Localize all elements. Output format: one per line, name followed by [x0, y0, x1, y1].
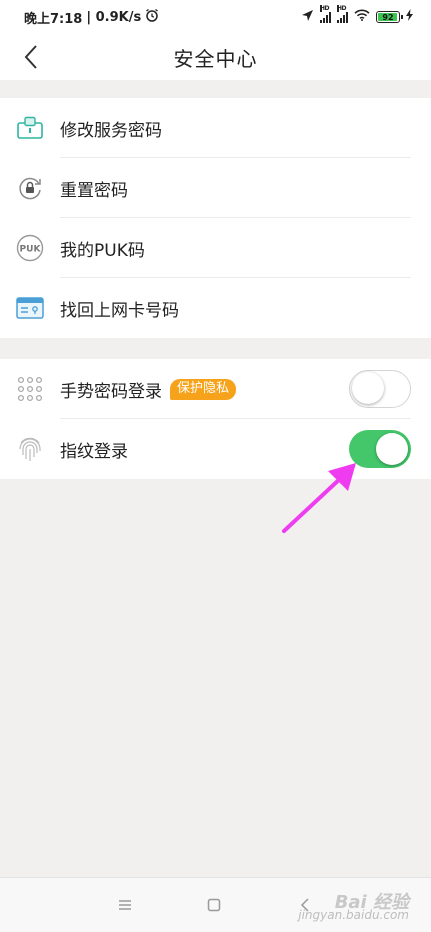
status-time: 晚上7:18	[24, 11, 83, 27]
privacy-badge: 保护隐私	[170, 378, 237, 400]
list-item-gesture-login[interactable]: 手势密码登录 保护隐私	[0, 359, 431, 419]
account-security-list: 修改服务密码 重置密码 PUK 我的PUK码 找回上网卡号码	[0, 98, 431, 338]
gesture-login-toggle[interactable]	[349, 370, 411, 408]
reset-lock-icon	[16, 174, 44, 202]
home-button[interactable]	[199, 890, 229, 920]
list-item-label: 找回上网卡号码	[60, 300, 179, 321]
chevron-left-icon	[24, 45, 37, 69]
wifi-icon	[354, 9, 370, 25]
list-item-label: 重置密码	[60, 180, 128, 201]
location-icon	[301, 9, 314, 26]
status-right: HD HD 92	[301, 5, 413, 26]
list-item-reset-password[interactable]: 重置密码	[0, 158, 431, 218]
alarm-icon	[145, 8, 159, 26]
system-nav-bar: Bai 经验 jingyan.baidu.com	[0, 877, 431, 932]
list-item-label: 修改服务密码	[60, 120, 162, 141]
status-left: 晚上7:18 | 0.9K/s	[24, 8, 159, 27]
header: 安全中心	[0, 34, 431, 80]
list-item-label: 我的PUK码	[60, 240, 145, 261]
list-item-change-service-password[interactable]: 修改服务密码	[0, 98, 431, 158]
status-bar: 晚上7:18 | 0.9K/s HD HD 92	[0, 0, 431, 34]
status-speed: | 0.9K/s	[86, 9, 142, 25]
gesture-dots-icon	[16, 375, 44, 403]
fingerprint-icon	[16, 435, 44, 463]
list-item-retrieve-sim-number[interactable]: 找回上网卡号码	[0, 278, 431, 338]
signal-icon-2: HD	[337, 5, 348, 23]
toggle-knob	[376, 433, 408, 465]
watermark-url: jingyan.baidu.com	[298, 908, 409, 922]
list-item-my-puk[interactable]: PUK 我的PUK码	[0, 218, 431, 278]
signal-icon-1: HD	[320, 5, 331, 23]
charging-icon	[406, 9, 413, 25]
lock-card-icon	[16, 114, 44, 142]
menu-button[interactable]	[110, 890, 140, 920]
sim-card-icon	[16, 294, 44, 322]
page-title: 安全中心	[173, 46, 258, 71]
list-item-label: 手势密码登录	[60, 381, 162, 402]
menu-icon	[119, 900, 131, 910]
watermark: Bai 经验 jingyan.baidu.com	[298, 894, 409, 922]
puk-icon: PUK	[16, 234, 44, 262]
list-item-label: 指纹登录	[60, 441, 128, 462]
back-button[interactable]	[12, 38, 50, 76]
home-square-icon	[207, 898, 221, 912]
svg-text:PUK: PUK	[20, 245, 42, 255]
annotation-arrow-icon	[282, 463, 356, 533]
battery-icon: 92	[376, 11, 403, 23]
toggle-knob	[352, 372, 384, 404]
